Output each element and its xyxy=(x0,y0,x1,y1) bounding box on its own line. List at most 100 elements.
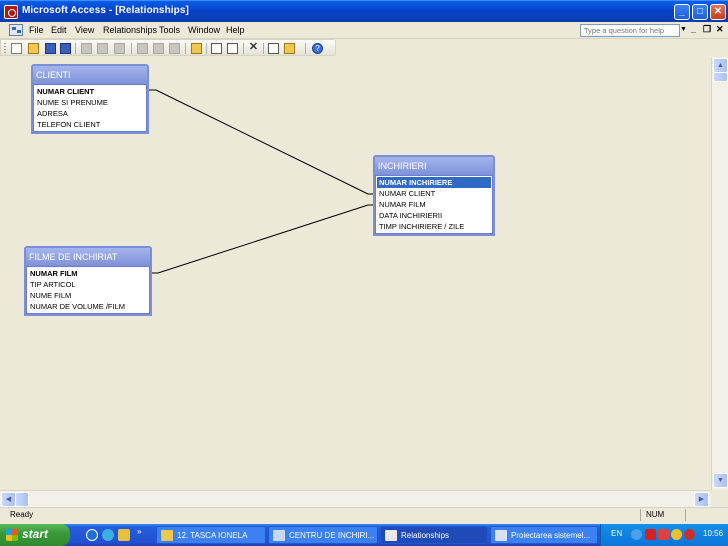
show-direct-icon[interactable] xyxy=(211,43,222,54)
field-nume-si-prenume[interactable]: NUME SI PRENUME xyxy=(35,97,145,108)
taskbar-item-tasca-ionela[interactable]: 12. TASCA IONELA xyxy=(156,526,266,544)
field-numar-film[interactable]: NUMAR FILM xyxy=(377,199,491,210)
field-tip-articol[interactable]: TIP ARTICOL xyxy=(28,279,148,290)
table-title-inchirieri[interactable]: INCHIRIERI xyxy=(375,157,493,175)
database-icon xyxy=(273,530,285,541)
horizontal-scrollbar[interactable]: ◀ ▶ xyxy=(0,490,711,507)
field-numar-de-volume[interactable]: NUMAR DE VOLUME /FILM xyxy=(28,301,148,312)
scrollbar-corner xyxy=(711,490,728,507)
table-filme-de-inchiriat[interactable]: FILME DE INCHIRIAT NUMAR FILM TIP ARTICO… xyxy=(24,246,152,316)
show-table-icon[interactable] xyxy=(191,43,202,54)
field-list-clienti[interactable]: NUMAR CLIENT NUME SI PRENUME ADRESA TELE… xyxy=(33,84,147,132)
relationships-doc-icon[interactable] xyxy=(9,24,23,36)
show-all-icon[interactable] xyxy=(227,43,238,54)
toolbar-grip[interactable] xyxy=(4,43,6,54)
toolbar-separator xyxy=(263,43,264,54)
status-bar: Ready NUM xyxy=(0,507,728,522)
quick-launch-more-icon[interactable]: » xyxy=(137,527,141,536)
field-numar-client[interactable]: NUMAR CLIENT xyxy=(377,188,491,199)
clock[interactable]: 10:56 xyxy=(703,529,723,538)
relationships-icon[interactable] xyxy=(268,43,279,54)
task-label: Relationships xyxy=(401,531,450,540)
field-numar-inchiriere[interactable]: NUMAR INCHIRIERE xyxy=(377,177,491,188)
status-divider xyxy=(685,509,686,521)
field-nume-film[interactable]: NUME FILM xyxy=(28,290,148,301)
doc-close-button[interactable]: ✕ xyxy=(716,24,724,35)
language-indicator[interactable]: EN xyxy=(611,529,622,538)
open-icon[interactable] xyxy=(28,43,39,54)
vertical-scroll-thumb[interactable] xyxy=(713,72,728,82)
menu-view[interactable]: View xyxy=(75,25,94,35)
menu-tools[interactable]: Tools xyxy=(159,25,180,35)
table-title-clienti[interactable]: CLIENTI xyxy=(33,66,147,84)
taskbar-item-relationships[interactable]: Relationships xyxy=(380,526,488,544)
print-icon[interactable] xyxy=(81,43,92,54)
toolbar-separator xyxy=(206,43,207,54)
delete-icon[interactable]: ✕ xyxy=(248,42,259,54)
save-icon[interactable] xyxy=(45,43,56,54)
network-icon[interactable] xyxy=(631,529,642,540)
status-divider xyxy=(640,509,641,521)
quick-launch-ie-icon[interactable] xyxy=(102,529,114,541)
folder-icon xyxy=(161,530,173,541)
print-preview-icon[interactable] xyxy=(97,43,108,54)
menu-file[interactable]: File xyxy=(29,25,44,35)
close-button[interactable]: ✕ xyxy=(710,4,726,20)
field-numar-film[interactable]: NUMAR FILM xyxy=(28,268,148,279)
doc-restore-button[interactable]: ❐ xyxy=(703,24,711,35)
table-title-filme[interactable]: FILME DE INCHIRIAT xyxy=(26,248,150,266)
horizontal-scroll-thumb[interactable] xyxy=(15,492,29,507)
new-icon[interactable] xyxy=(11,43,22,54)
toolbar-separator xyxy=(305,43,306,54)
window-title: Microsoft Access - [Relationships] xyxy=(22,5,189,16)
quick-launch-browser-icon[interactable] xyxy=(86,529,98,541)
new-object-icon[interactable] xyxy=(284,43,295,54)
field-list-inchirieri[interactable]: NUMAR INCHIRIERE NUMAR CLIENT NUMAR FILM… xyxy=(375,175,493,234)
start-button[interactable]: start xyxy=(0,524,70,546)
scroll-down-button[interactable]: ▼ xyxy=(713,473,728,488)
doc-minimize-button[interactable]: _ xyxy=(691,24,696,34)
field-data-inchirierii[interactable]: DATA INCHIRIERII xyxy=(377,210,491,221)
toolbar-separator xyxy=(75,43,76,54)
security-icon[interactable] xyxy=(658,529,669,540)
quick-launch-folder-icon[interactable] xyxy=(118,529,130,541)
help-dropdown-icon[interactable]: ▼ xyxy=(680,26,687,33)
task-label: 12. TASCA IONELA xyxy=(177,531,248,540)
field-telefon-client[interactable]: TELEFON CLIENT xyxy=(35,119,145,130)
taskbar-item-proiectarea-sistemelor[interactable]: Proiectarea sistemel... xyxy=(490,526,598,544)
messenger-icon[interactable] xyxy=(671,529,682,540)
field-timp-inchiriere[interactable]: TIMP INCHIRIERE / ZILE xyxy=(377,221,491,232)
toolbar-separator xyxy=(185,43,186,54)
scroll-up-button[interactable]: ▲ xyxy=(713,58,728,73)
title-bar: Microsoft Access - [Relationships] _ □ ✕ xyxy=(0,0,728,22)
field-list-filme[interactable]: NUMAR FILM TIP ARTICOL NUME FILM NUMAR D… xyxy=(26,266,150,314)
spelling-icon[interactable] xyxy=(114,43,125,54)
paste-icon[interactable] xyxy=(169,43,180,54)
field-adresa[interactable]: ADRESA xyxy=(35,108,145,119)
windows-logo-icon xyxy=(6,529,18,541)
scroll-right-button[interactable]: ▶ xyxy=(694,492,709,507)
menu-window[interactable]: Window xyxy=(188,25,220,35)
help-question-input[interactable]: Type a question for help xyxy=(580,24,680,37)
toolbar-separator xyxy=(131,43,132,54)
menu-edit[interactable]: Edit xyxy=(51,25,67,35)
maximize-button[interactable]: □ xyxy=(692,4,708,20)
copy-icon[interactable] xyxy=(153,43,164,54)
cut-icon[interactable] xyxy=(137,43,148,54)
table-clienti[interactable]: CLIENTI NUMAR CLIENT NUME SI PRENUME ADR… xyxy=(31,64,149,134)
scroll-left-button[interactable]: ◀ xyxy=(1,492,16,507)
menu-help[interactable]: Help xyxy=(226,25,245,35)
table-inchirieri[interactable]: INCHIRIERI NUMAR INCHIRIERE NUMAR CLIENT… xyxy=(373,155,495,236)
field-numar-client[interactable]: NUMAR CLIENT xyxy=(35,86,145,97)
taskbar: start » 12. TASCA IONELA CENTRU DE INCHI… xyxy=(0,524,728,546)
status-text: Ready xyxy=(10,510,34,519)
menu-relationships[interactable]: Relationships xyxy=(103,25,157,35)
update-icon[interactable] xyxy=(684,529,695,540)
access-app-icon[interactable] xyxy=(4,5,18,19)
minimize-button[interactable]: _ xyxy=(674,4,690,20)
antivirus-icon[interactable] xyxy=(645,529,656,540)
save-as-icon[interactable] xyxy=(60,43,71,54)
help-icon[interactable]: ? xyxy=(312,43,323,54)
vertical-scrollbar[interactable]: ▲ ▼ xyxy=(711,57,728,490)
taskbar-item-centru-de-inchiriere[interactable]: CENTRU DE INCHIRI... xyxy=(268,526,378,544)
